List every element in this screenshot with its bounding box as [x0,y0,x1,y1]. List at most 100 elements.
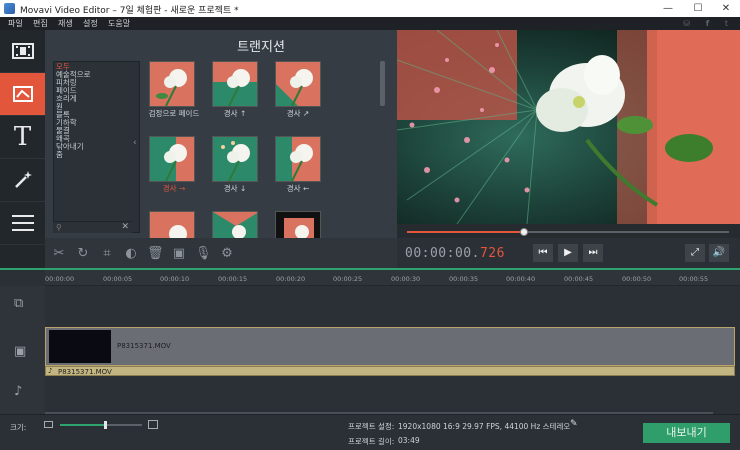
fullscreen-button[interactable]: ⤢ [685,244,705,262]
ruler-tick: 00:00:20 [276,275,306,283]
video-preview[interactable] [397,30,740,224]
transition-label: 검정으로 페이드 [148,109,200,118]
mic-icon[interactable]: 🎙 [195,246,212,262]
video-clip[interactable]: P8315371.MOV [45,327,735,366]
video-track-icon: ▣ [14,344,27,359]
project-settings-value: 1920x1080 16:9 29.97 FPS, 44100 Hz 스테레오 [398,422,571,431]
gear-icon[interactable]: ⚙ [219,246,235,262]
flower-thumbnail-image [276,137,320,181]
transition-thumbnail[interactable] [275,61,321,107]
transitions-panel: 트랜지션 모두 예술적으로 피처링 페이드 흐리게 원 블록 기하학 물결 왜곡… [45,30,397,238]
window-title: Movavi Video Editor – 7일 체험판 - 새로운 프로젝트 … [20,6,239,16]
ruler-tick: 00:00:05 [103,275,133,283]
sidebar-filters-button[interactable] [0,159,45,202]
collapse-panel-icon[interactable]: ‹ [133,138,137,148]
project-length-value: 03:49 [398,436,420,445]
category-list: 모두 예술적으로 피처링 페이드 흐리게 원 블록 기하학 물결 왜곡 닦아내기… [53,61,140,233]
transition-label-selected: 경사 → [162,184,186,193]
ruler-tick: 00:00:25 [333,275,363,283]
menu-help[interactable]: 도움말 [108,18,130,29]
menu-bar: 파일 편집 재생 설정 도움말 ⛁ f t [0,17,740,30]
flower-thumbnail-image [213,62,257,106]
cart-icon[interactable]: ⛁ [682,19,691,28]
ruler-tick: 00:00:00 [45,275,75,283]
previous-button[interactable]: ⏮ [533,244,553,262]
rotate-icon[interactable]: ↻ [75,246,91,262]
clip-thumbnail [49,330,111,363]
magic-wand-icon [14,171,32,188]
title-t-icon: T [13,122,32,152]
transition-thumbnail[interactable] [149,61,195,107]
playback-progress[interactable] [397,224,740,238]
ruler-tick: 00:00:55 [679,275,709,283]
crop-icon[interactable]: ⌗ [99,246,115,262]
twitter-icon[interactable]: t [722,19,731,28]
menu-edit[interactable]: 편집 [33,18,48,29]
panel-scrollbar[interactable] [380,61,385,106]
color-icon[interactable]: ◐ [123,246,139,262]
search-clear-icon[interactable]: ✕ [121,222,129,232]
zoom-out-icon[interactable] [44,421,53,428]
transition-label: 경사 ← [286,184,310,193]
audio-clip[interactable]: ♪ P8315371.MOV [45,366,735,376]
project-settings-label: 프로젝트 설정: [348,422,395,431]
title-bar: Movavi Video Editor – 7일 체험판 - 새로운 프로젝트 … [0,0,740,17]
menu-settings[interactable]: 설정 [83,18,98,29]
transition-thumbnail[interactable] [212,211,258,238]
category-search-input[interactable]: ⚲ ✕ [53,221,132,233]
transition-label: 경사 ↓ [223,184,247,193]
preview-frame-image [397,30,740,224]
overlay-track-icon: ⧉ [14,296,24,311]
menu-icon [11,215,34,231]
facebook-icon[interactable]: f [703,19,712,28]
minimize-button[interactable]: — [653,0,683,17]
zoom-in-icon[interactable] [148,420,158,429]
transition-label: 경사 ↗ [286,109,310,118]
timeline-ruler[interactable]: 00:00:00 00:00:05 00:00:10 00:00:15 00:0… [45,270,740,286]
ruler-tick: 00:00:45 [564,275,594,283]
category-item[interactable]: 줌 [56,151,63,159]
film-icon [11,43,34,59]
sidebar-transitions-button[interactable] [0,73,45,116]
sidebar: T [0,30,45,268]
next-button[interactable]: ⏭ [583,244,603,262]
zoom-label: 크기: [10,423,27,432]
transition-thumbnail[interactable] [149,211,195,238]
progress-fill [407,231,524,233]
sidebar-more-button[interactable] [0,202,45,245]
scissors-icon[interactable]: ✂ [51,246,67,262]
timecode-display: 00:00:00.726 [405,246,505,261]
timecode-ms: 726 [479,246,505,261]
progress-handle[interactable] [519,228,528,236]
volume-button[interactable]: 🔊 [709,244,729,262]
transition-thumbnail-selected[interactable] [149,136,195,182]
close-button[interactable]: ✕ [711,0,740,17]
trash-icon[interactable]: 🗑 [147,246,164,262]
image-icon[interactable]: ▣ [171,246,187,262]
transition-thumbnail[interactable] [275,211,321,238]
maximize-button[interactable]: ☐ [683,0,713,17]
menu-file[interactable]: 파일 [8,18,23,29]
transition-thumbnail[interactable] [212,61,258,107]
transition-thumbnail[interactable] [275,136,321,182]
transition-label: 경사 ↑ [223,109,247,118]
app-logo-icon [4,3,15,14]
ruler-tick: 00:00:50 [622,275,652,283]
play-button[interactable]: ▶ [558,244,578,262]
export-button[interactable]: 내보내기 [643,423,730,443]
search-icon: ⚲ [56,223,62,232]
sidebar-titles-button[interactable]: T [0,116,45,159]
flower-thumbnail-image [150,137,194,181]
transitions-icon [12,86,33,102]
flower-thumbnail-image [276,212,320,238]
ruler-tick: 00:00:10 [160,275,190,283]
ruler-tick: 00:00:35 [449,275,479,283]
edit-settings-icon[interactable]: ✎ [570,419,578,429]
zoom-slider-handle[interactable] [104,421,108,429]
menu-play[interactable]: 재생 [58,18,73,29]
sidebar-import-button[interactable] [0,30,45,73]
audio-note-icon: ♪ [48,367,53,375]
bottom-bar: 크기: 프로젝트 설정: 1920x1080 16:9 29.97 FPS, 4… [0,414,740,450]
player-controls: 00:00:00.726 ⏮ ▶ ⏭ ⤢ 🔊 [397,238,740,268]
transition-thumbnail[interactable] [212,136,258,182]
